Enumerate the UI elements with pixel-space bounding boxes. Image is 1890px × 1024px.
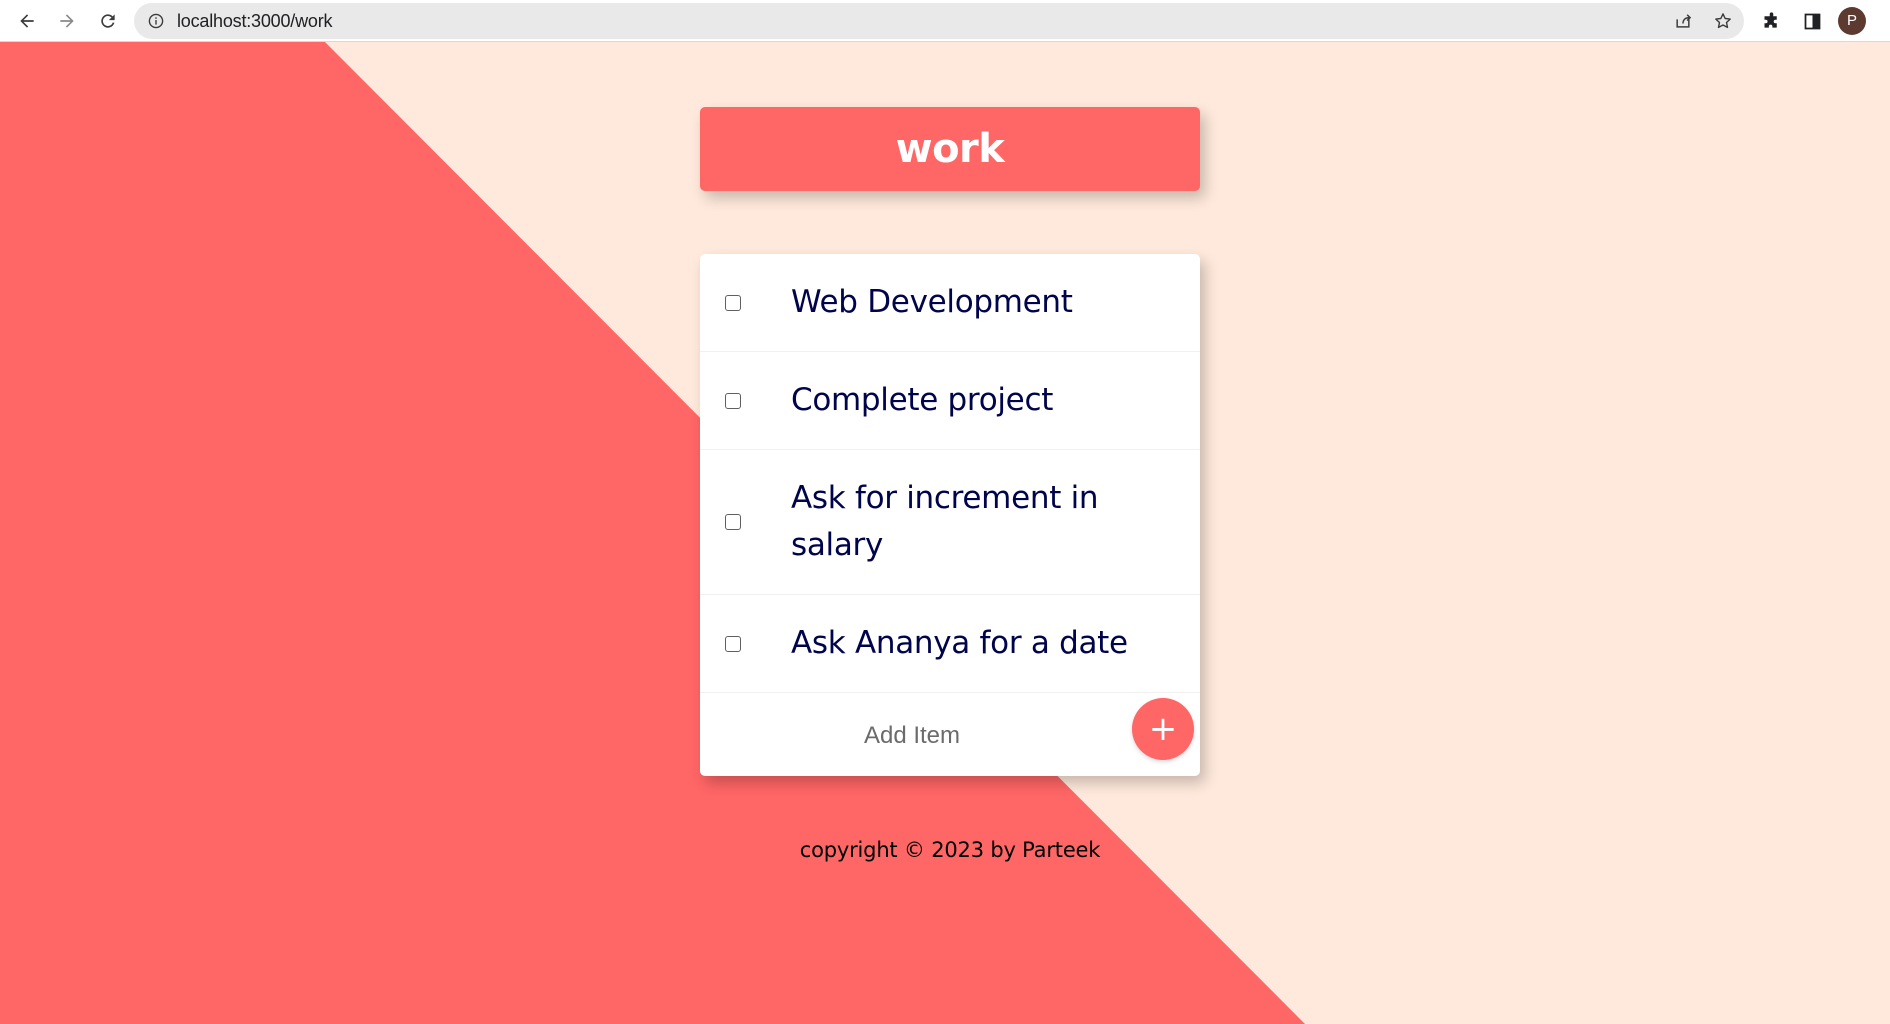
star-icon: [1715, 13, 1731, 29]
side-panel-button[interactable]: [1797, 6, 1827, 36]
item-text: Web Development: [791, 284, 1073, 320]
bookmark-button[interactable]: [1710, 9, 1736, 33]
item-text: Complete project: [791, 382, 1054, 418]
page-title: work: [895, 126, 1005, 172]
puzzle-icon: [1764, 11, 1777, 28]
arrow-right-icon: [60, 14, 74, 28]
url-text[interactable]: localhost:3000/work: [177, 3, 332, 39]
reload-icon: [101, 14, 115, 28]
add-item-button[interactable]: +: [1132, 698, 1194, 760]
share-button[interactable]: [1670, 9, 1696, 33]
list-item[interactable]: Complete project: [700, 352, 1200, 450]
item-checkbox[interactable]: [725, 392, 741, 409]
list-item[interactable]: Ask for increment in salary: [700, 450, 1200, 595]
new-item-input[interactable]: [760, 715, 1064, 757]
item-checkbox[interactable]: [725, 635, 741, 652]
arrow-left-icon: [20, 14, 34, 28]
reload-button[interactable]: [93, 6, 123, 36]
back-button[interactable]: [12, 6, 42, 36]
item-text: Ask for increment in salary: [791, 480, 1099, 563]
address-bar[interactable]: localhost:3000/work: [134, 3, 1744, 39]
page-content: work Web Development Complete project As…: [0, 42, 1890, 1024]
todo-list: Web Development Complete project Ask for…: [700, 254, 1200, 776]
list-item[interactable]: Ask Ananya for a date: [700, 595, 1200, 693]
profile-avatar[interactable]: P: [1838, 7, 1866, 35]
share-icon: [1676, 14, 1692, 28]
browser-toolbar: localhost:3000/work P: [0, 0, 1890, 42]
info-icon[interactable]: [148, 13, 164, 29]
forward-button[interactable]: [52, 6, 82, 36]
extensions-button[interactable]: [1756, 6, 1786, 36]
item-checkbox[interactable]: [725, 294, 741, 311]
list-heading: work: [700, 107, 1200, 191]
list-item[interactable]: Web Development: [700, 254, 1200, 352]
add-item-form: +: [700, 693, 1200, 778]
side-panel-icon: [1804, 13, 1820, 29]
footer-copyright: copyright © 2023 by Parteek: [799, 838, 1101, 862]
item-checkbox[interactable]: [725, 514, 741, 530]
item-text: Ask Ananya for a date: [791, 625, 1128, 661]
